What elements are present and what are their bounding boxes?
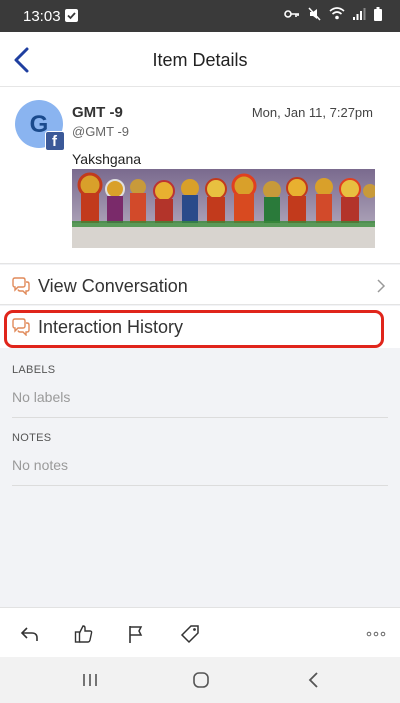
status-time: 13:03 <box>23 8 61 25</box>
notes-divider <box>12 485 388 486</box>
tag-icon[interactable] <box>180 624 200 644</box>
action-toolbar <box>0 607 400 657</box>
mute-icon <box>308 6 321 26</box>
page-title: Item Details <box>152 50 248 70</box>
like-icon[interactable] <box>74 624 94 644</box>
notes-empty: No notes <box>12 457 69 473</box>
labels-divider <box>12 417 388 418</box>
checkbox-icon <box>65 9 78 22</box>
signal-icon <box>353 7 366 25</box>
interaction-history-row[interactable]: Interaction History <box>0 306 400 348</box>
recents-icon[interactable] <box>80 670 100 690</box>
notes-heading: NOTES <box>12 432 52 444</box>
view-conversation-label: View Conversation <box>38 276 188 296</box>
chevron-right-icon <box>376 278 386 294</box>
status-bar: 13:03 <box>0 0 400 32</box>
view-conversation-row[interactable]: View Conversation <box>0 265 400 305</box>
post-image[interactable] <box>72 169 375 248</box>
facebook-icon: f <box>45 131 65 151</box>
chat-bubbles-icon <box>11 277 31 296</box>
post-card: G f GMT -9 @GMT -9 Mon, Jan 11, 7:27pm Y… <box>0 87 400 264</box>
post-handle: @GMT -9 <box>72 124 130 139</box>
app-header: Item Details <box>0 32 400 87</box>
flag-icon[interactable] <box>126 624 146 644</box>
back-icon[interactable] <box>304 670 324 690</box>
interaction-history-label: Interaction History <box>38 317 184 337</box>
labels-empty: No labels <box>12 389 71 405</box>
labels-heading: LABELS <box>12 364 56 376</box>
battery-icon <box>374 6 382 26</box>
home-icon[interactable] <box>191 670 211 690</box>
post-author: GMT -9 <box>72 104 123 121</box>
reply-icon[interactable] <box>20 624 40 644</box>
post-text: Yakshgana <box>72 151 142 167</box>
system-navigation <box>0 657 400 703</box>
wifi-icon <box>329 7 345 25</box>
more-icon[interactable] <box>366 624 386 644</box>
chat-bubbles-icon <box>11 318 31 337</box>
key-icon <box>284 7 300 25</box>
post-date: Mon, Jan 11, 7:27pm <box>251 105 373 120</box>
